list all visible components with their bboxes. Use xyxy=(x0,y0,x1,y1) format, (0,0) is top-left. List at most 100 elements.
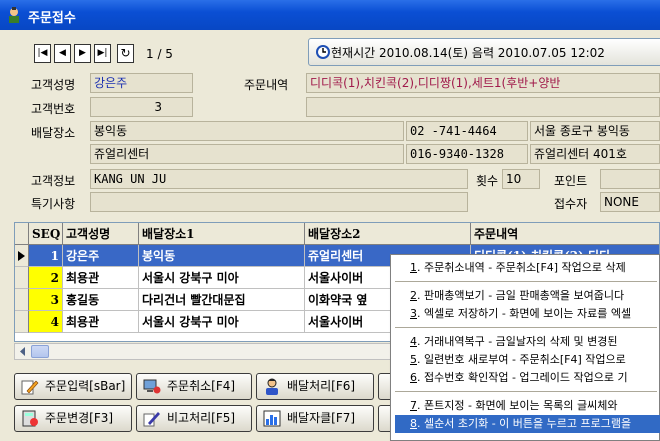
order-change-button[interactable]: 주문변경[F3] xyxy=(14,405,132,432)
cell-address1: 봉익동 xyxy=(139,245,305,267)
special-notes-label: 특기사항 xyxy=(31,197,76,211)
receiver-label: 접수자 xyxy=(554,197,588,211)
cell-address1: 서울시 강북구 미아 xyxy=(139,311,305,333)
grid-header: SEQ 고객성명 배달장소1 배달장소2 주문내역 xyxy=(15,223,659,245)
menu-separator xyxy=(395,281,657,282)
menu-item-reset-cell-order[interactable]: 8. 셀순서 초기화 - 이 버튼을 누르고 프로그램을 xyxy=(395,415,660,433)
person-icon xyxy=(266,378,278,395)
cell-name: 강은주 xyxy=(63,245,139,267)
record-position: 1 / 5 xyxy=(146,47,173,61)
prev-record-button[interactable]: ◀ xyxy=(54,44,71,63)
cell-name: 최용관 xyxy=(63,267,139,289)
note-button[interactable]: 비고처리[F5] xyxy=(136,405,252,432)
first-record-button[interactable]: |◀ xyxy=(34,44,51,63)
delivery-button[interactable]: 배달처리[F6] xyxy=(256,373,374,400)
next-record-button[interactable]: ▶ xyxy=(74,44,91,63)
menu-item-number: 7 xyxy=(410,399,417,412)
window-title: 주문접수 xyxy=(28,11,76,26)
grid-header-address2[interactable]: 배달장소2 xyxy=(305,223,471,245)
menu-item-number: 8 xyxy=(410,417,417,430)
menu-item-text: . 거래내역복구 - 금일날자의 삭제 및 변경된 xyxy=(417,335,618,348)
cell-name: 홍길동 xyxy=(63,289,139,311)
order-change-label: 주문변경[F3] xyxy=(45,411,114,425)
special-notes-field[interactable] xyxy=(90,192,468,212)
grid-corner xyxy=(15,223,29,245)
menu-item-text: . 엑셀로 저장하기 - 화면에 보이는 자료를 엑셀 xyxy=(417,307,632,320)
delivery-label: 배달처리[F6] xyxy=(287,379,356,393)
row-indicator xyxy=(15,311,29,333)
menu-item-number: 6 xyxy=(410,371,417,384)
cell-seq: 4 xyxy=(29,311,63,333)
phone1-field[interactable]: 02 -741-4464 xyxy=(406,121,528,141)
last-record-button[interactable]: ▶| xyxy=(94,44,111,63)
menu-item-text: . 폰트지정 - 화면에 보이는 목록의 글씨체와 xyxy=(417,399,618,412)
address1-field[interactable]: 봉익동 xyxy=(90,121,404,141)
customer-no-field[interactable]: 3 xyxy=(90,97,193,117)
clock-icon xyxy=(316,45,330,59)
menu-item-font-setting[interactable]: 7. 폰트지정 - 화면에 보이는 목록의 글씨체와 xyxy=(395,397,660,415)
menu-item-renumber[interactable]: 5. 일련번호 새로부여 - 주문취소[F4] 작업으로 xyxy=(395,351,660,369)
address-detail2-field[interactable]: 쥬얼리센터 401호 xyxy=(530,144,660,164)
pencil-icon xyxy=(21,380,39,395)
grid-header-address1[interactable]: 배달장소1 xyxy=(139,223,305,245)
grid-header-name[interactable]: 고객성명 xyxy=(63,223,139,245)
menu-item-restore-history[interactable]: 4. 거래내역복구 - 금일날자의 삭제 및 변경된 xyxy=(395,333,660,351)
app-icon xyxy=(9,7,19,23)
scroll-thumb[interactable] xyxy=(31,345,49,358)
grid-header-order[interactable]: 주문내역 xyxy=(471,223,659,245)
address2-field[interactable]: 쥬얼리센터 xyxy=(90,144,404,164)
customer-info-label: 고객정보 xyxy=(31,174,76,188)
address-detail1-field[interactable]: 서울 종로구 봉익동 xyxy=(530,121,660,141)
menu-item-number: 5 xyxy=(410,353,417,366)
calculator-icon xyxy=(22,410,38,427)
menu-item-export-excel[interactable]: 3. 엑셀로 저장하기 - 화면에 보이는 자료를 엑셀 xyxy=(395,305,660,323)
count-field[interactable]: 10 xyxy=(502,169,540,189)
row-indicator xyxy=(15,289,29,311)
order-input-button[interactable]: 주문입력[sBar] xyxy=(14,373,132,400)
current-time-button[interactable]: 현재시간 2010.08.14(토) 음력 2010.07.05 12:02 xyxy=(308,38,660,66)
order-extra-field[interactable] xyxy=(306,97,660,117)
monitor-icon xyxy=(143,379,161,394)
point-field[interactable] xyxy=(600,169,660,189)
customer-no-label: 고객번호 xyxy=(31,102,76,116)
point-label: 포인트 xyxy=(554,174,588,188)
grid-context-menu: 1. 주문취소내역 - 주문취소[F4] 작업으로 삭제 2. 판매총액보기 -… xyxy=(390,254,660,441)
menu-item-number: 1 xyxy=(410,261,417,274)
grid-horizontal-scrollbar[interactable] xyxy=(14,343,414,360)
cell-name: 최용관 xyxy=(63,311,139,333)
customer-name-field[interactable]: 강은주 xyxy=(90,73,193,93)
menu-separator xyxy=(395,327,657,328)
receiver-field[interactable]: NONE xyxy=(600,192,660,212)
cell-address1: 서울시 강북구 미아 xyxy=(139,267,305,289)
menu-item-sales-total[interactable]: 2. 판매총액보기 - 금일 판매총액을 보여줍니다 xyxy=(395,287,660,305)
current-time-label: 현재시간 2010.08.14(토) 음력 2010.07.05 12:02 xyxy=(331,46,605,60)
row-indicator xyxy=(15,245,29,267)
cell-seq: 2 xyxy=(29,267,63,289)
customer-info-field[interactable]: KANG UN JU xyxy=(90,169,468,189)
refresh-button[interactable]: ↻ xyxy=(117,44,134,63)
cell-seq: 1 xyxy=(29,245,63,267)
menu-item-number: 3 xyxy=(410,307,417,320)
row-indicator xyxy=(15,267,29,289)
address-label: 배달장소 xyxy=(31,126,76,140)
delivery-man-label: 배달자클[F7] xyxy=(287,411,356,425)
menu-item-number: 4 xyxy=(410,335,417,348)
menu-item-number: 2 xyxy=(410,289,417,302)
note-label: 비고처리[F5] xyxy=(167,411,236,425)
delivery-man-button[interactable]: 배달자클[F7] xyxy=(256,405,374,432)
cell-seq: 3 xyxy=(29,289,63,311)
scroll-left-icon[interactable] xyxy=(17,346,28,357)
order-cancel-button[interactable]: 주문취소[F4] xyxy=(136,373,252,400)
menu-separator xyxy=(395,391,657,392)
cell-address1: 다리건너 빨간대문집 xyxy=(139,289,305,311)
grid-header-seq[interactable]: SEQ xyxy=(29,223,63,245)
phone2-field[interactable]: 016-9340-1328 xyxy=(406,144,528,164)
title-bar: 주문접수 xyxy=(0,0,660,30)
menu-item-text: . 판매총액보기 - 금일 판매총액을 보여줍니다 xyxy=(417,289,625,302)
order-cancel-label: 주문취소[F4] xyxy=(167,379,236,393)
menu-item-cancel-history[interactable]: 1. 주문취소내역 - 주문취소[F4] 작업으로 삭제 xyxy=(395,259,660,277)
menu-item-text: . 접수번호 확인작업 - 업그레이드 작업으로 기 xyxy=(417,371,628,384)
menu-item-check-receipt-no[interactable]: 6. 접수번호 확인작업 - 업그레이드 작업으로 기 xyxy=(395,369,660,387)
order-label: 주문내역 xyxy=(244,78,289,92)
order-field[interactable]: 디디콕(1),치킨콕(2),디디짱(1),세트1(후반+양반 xyxy=(306,73,660,93)
